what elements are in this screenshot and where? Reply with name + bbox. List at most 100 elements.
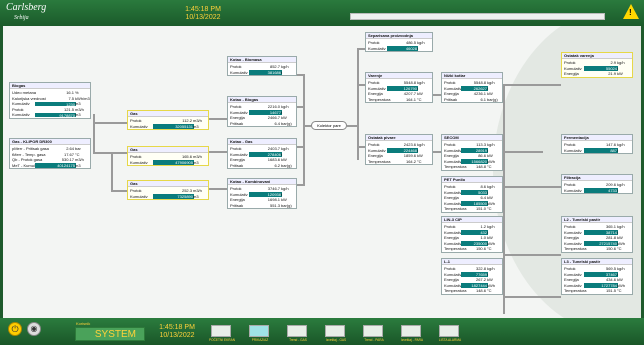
value-row: Temperatura 151.0 °C (444, 206, 500, 212)
row-label: Energija (444, 153, 459, 159)
row-unit: kg/h (487, 224, 495, 229)
row-value: 6.4 (480, 195, 486, 201)
row-value: 147.6 (605, 142, 616, 147)
panel-lin3-cip[interactable]: LIN-3 CIP Protok 1.2 kg/h Kumulativ 432 t Energ… (441, 216, 503, 253)
header-time: 1:45:18 PM (185, 6, 221, 13)
panel-ostatak-pivare[interactable]: Ostatak pivare Protok 2423.6 kg/h Kumulativ 2… (365, 134, 433, 166)
panel-title: LIN-3 CIP (442, 217, 502, 223)
row-label: Protok (130, 118, 142, 123)
nav-button-4[interactable]: Izveštaj - GAS (319, 325, 353, 343)
row-unit: t (281, 191, 283, 197)
panel-kotao-biogas[interactable]: Kotao - Biogas Protok 2216.0 kg/h Kumulativ 1… (227, 96, 297, 128)
row-value: 164.1 (405, 96, 416, 102)
row-unit: °C (417, 158, 422, 164)
row-unit: m3 (75, 101, 81, 107)
row-value: 434.6 (605, 277, 616, 283)
nav-label: Izveštaj - PARA (400, 338, 424, 342)
row-label: Protok (444, 80, 456, 85)
pipe (503, 84, 561, 86)
row-unit: t (617, 271, 619, 277)
pipe (303, 125, 311, 127)
row-value: 6.4 (274, 120, 280, 126)
value-row: Temperatura 151.5 °C (564, 288, 630, 294)
row-label: Pritisak (230, 120, 244, 126)
panel-kotao-kombinovani[interactable]: Kotao - Kombinovani Protok 3746.7 kg/h Kumul… (227, 178, 297, 210)
row-value: 530.17 (61, 157, 74, 163)
cumulative-row: Kumulativ 47906905 m3 (130, 160, 206, 166)
panel-gas3[interactable]: Gas Protok 252.3 m3/h Kumulativ 7325890 m3 (127, 180, 209, 201)
row-unit: kW (617, 71, 623, 77)
panel-pet-punilo[interactable]: PET Punilo Protok 8.6 kg/h Kumulativ 5033 t Ene… (441, 176, 503, 213)
row-label: Temperatura (368, 96, 391, 102)
row-label: Kumulativ (12, 112, 30, 118)
row-value: 4207.7 (403, 91, 416, 97)
nav-button-5[interactable]: Trend - PARA (357, 325, 391, 343)
row-label: Kumulativ (130, 193, 148, 199)
panel-nizak-kotao[interactable]: Nižki kotlar Protok 5548.8 kg/h Kumulativ 262… (441, 72, 503, 104)
row-label: Protok (130, 154, 142, 159)
panel-gas1[interactable]: Gas Protok 112.2 m3/h Kumulativ 32055131 m3 (127, 110, 209, 131)
nav-button-2[interactable]: PRIKAZ/AZ (243, 325, 277, 343)
row-unit: kWh (487, 240, 495, 246)
panel-kotao-biomasa[interactable]: Kotao - Biomasa Protok 852.7 kg/h Kumulativ 3… (227, 56, 297, 77)
row-value: 569.5 (605, 266, 616, 271)
row-unit: °C (75, 151, 80, 157)
panel-title: Kotao - Biogas (228, 97, 296, 103)
nav-label: POČETNI EKRAN (208, 338, 236, 342)
cumulative-value: 1566820 (460, 159, 488, 164)
row-label: Kumulativ (444, 158, 462, 164)
header-clock: 1:45:18 PM 10/13/2022 (168, 6, 238, 22)
cumulative-value: 27215740 (583, 241, 618, 246)
nav-button-6[interactable]: Izveštaj - PARA (395, 325, 429, 343)
panel-varenje[interactable]: Varenje Protok 5548.8 kg/h Kumulativ 126790 t E… (365, 72, 433, 104)
row-label: Protok (230, 146, 242, 151)
row-unit: kg/h (487, 142, 495, 147)
panel-biogas[interactable]: Biogas Udeo metana 16.1% Kalorijska vrednos… (9, 82, 91, 119)
row-value: 148.8 (475, 164, 486, 170)
row-label: Kumulativ (230, 69, 248, 75)
row-value: 150.6 (605, 246, 616, 252)
nav-label: Trend - GAS (289, 338, 307, 342)
panel-l3-tunelski[interactable]: L3 - Tunelski pastir Protok 569.5 kg/h Kumul… (561, 258, 633, 295)
pipe (111, 152, 113, 192)
panel-separisana[interactable]: Separisana proizvodnja Protok 486.5 kg/h Kum… (365, 32, 433, 53)
panel-gas2[interactable]: Gas Protok 165.6 m3/h Kumulativ 47906905 m3 (127, 146, 209, 167)
alarm-strip[interactable] (350, 13, 605, 20)
panel-kotao-gas[interactable]: Kotao - Gas Protok 2403.7 kg/h Kumulativ 2784… (227, 138, 297, 170)
warning-icon[interactable]: ! (623, 4, 639, 19)
row-unit: t (487, 229, 489, 235)
panel-gas-klipor[interactable]: Gas - KLIPOR DR300 pMerr - Pritisak gasa 2… (9, 138, 91, 170)
cumulative-value: 278406 (249, 152, 282, 157)
row-unit: m3/h (75, 157, 84, 163)
row-value: 17.67 (63, 151, 74, 157)
panel-filtracija[interactable]: Filtracija Protok 209.6 kg/h Kumulativ 4733 t (561, 174, 633, 195)
panel-title: Nižki kotlar (442, 73, 502, 79)
nav-button-3[interactable]: Trend - GAS (281, 325, 315, 343)
row-value: 267.2 (475, 277, 486, 283)
panel-fermentacija[interactable]: Fermentacija Protok 147.6 kg/h Kumulativ 887 t (561, 134, 633, 155)
panel-ostatak-varenja[interactable]: Ostatak varenja Protok 2.9 kg/h Kumulativ 550… (561, 52, 633, 78)
value-row: Pritisak 6.4 bar(g) (230, 121, 294, 127)
row-label: Protok (564, 182, 576, 187)
panel-secom[interactable]: SECOM Protok 113.3 kg/h Kumulativ 28919 t Energ… (441, 134, 503, 171)
row-label: pMerr - Pritisak gasa (12, 146, 49, 151)
row-value: 4236.1 (473, 91, 486, 97)
footer-clock: 1:45:18 PM 10/13/2022 (146, 324, 208, 340)
row-value: 551.3 (269, 202, 280, 208)
panel-title: Gas - KLIPOR DR300 (10, 139, 90, 145)
row-unit: bar(g) (487, 96, 498, 102)
nav-button-7[interactable]: LISTA ALARMA (433, 325, 467, 343)
row-unit: °C (487, 164, 492, 170)
value-row: Temperatura 148.6 °C (444, 288, 500, 294)
value-row: Temperatura 164.2 °C (368, 159, 430, 165)
cumulative-value: 32055131 (152, 124, 194, 129)
user-icon[interactable]: ◉ (27, 322, 41, 336)
power-icon[interactable]: ⏻ (8, 322, 22, 336)
panel-l2-tunelski[interactable]: L2 - Tunelski pastir Protok 365.1 kg/h Kumul… (561, 216, 633, 253)
row-label: Kumulativ (564, 240, 582, 246)
panel-l1[interactable]: L-1 Protok 322.8 kg/h Kumulativ 77659 t Energij… (441, 258, 503, 295)
nav-label: Izveštaj - GAS (325, 338, 347, 342)
nav-label: PRIKAZ/AZ (251, 338, 269, 342)
nav-button-1[interactable]: POČETNI EKRAN (205, 325, 239, 343)
row-label: Protok (230, 64, 242, 69)
